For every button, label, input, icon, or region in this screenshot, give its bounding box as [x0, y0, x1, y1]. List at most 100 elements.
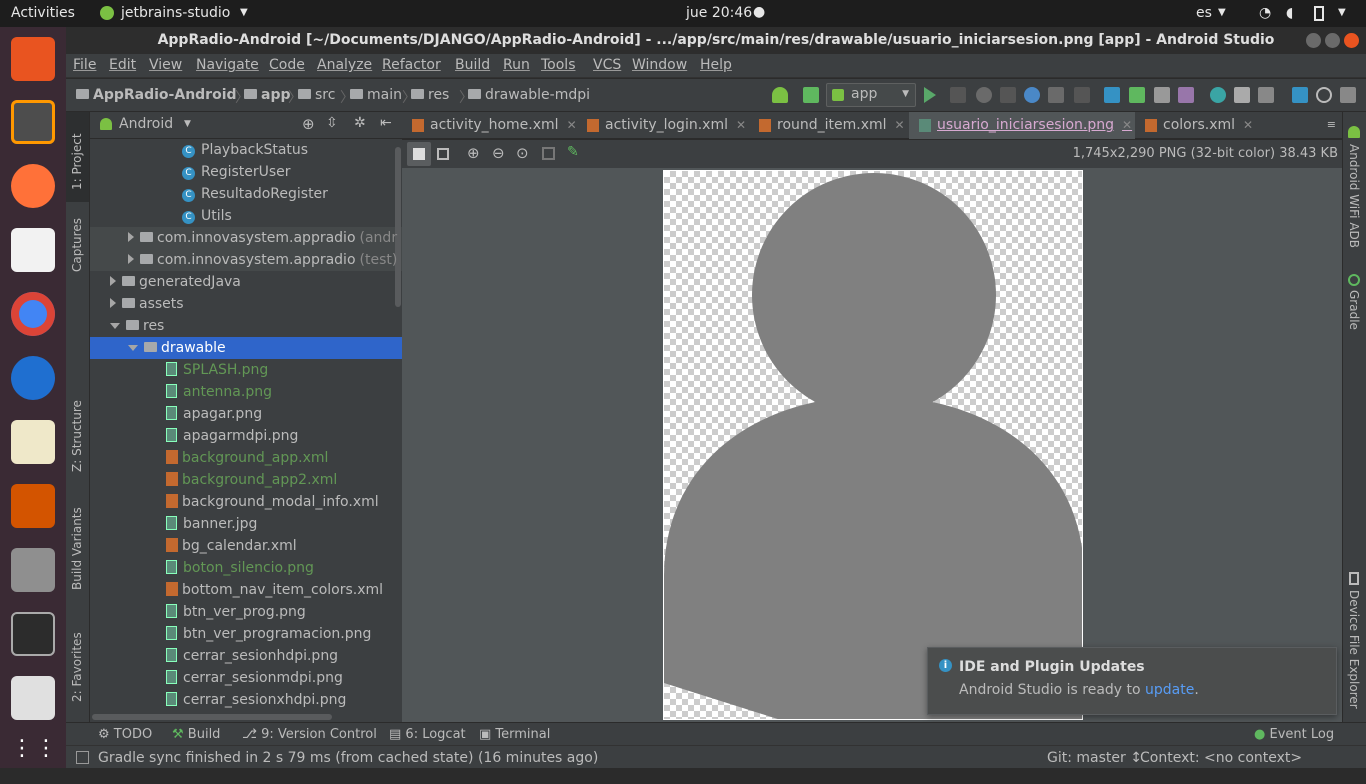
tree-item[interactable]: com.innovasystem.appradio (andr [90, 227, 402, 249]
apply-changes-icon[interactable] [950, 87, 966, 103]
tree-item[interactable]: cerrar_sesionxhdpi.png [90, 689, 402, 711]
tool-tab-favorites[interactable]: 2: Favorites [70, 622, 84, 702]
locate-target-icon[interactable]: ⊕ [302, 115, 315, 133]
tree-item[interactable]: generatedJava [90, 271, 402, 293]
tree-item[interactable]: cerrar_sesionmdpi.png [90, 667, 402, 689]
menu-help[interactable]: Help [700, 57, 732, 73]
tool-event-log[interactable]: ● Event Log [1254, 727, 1334, 742]
files-icon[interactable] [11, 548, 55, 592]
tool-tab-device-file-explorer[interactable]: Device File Explorer [1347, 590, 1361, 720]
tool-logcat[interactable]: ▤ 6: Logcat [389, 727, 466, 742]
tree-item[interactable]: drawable [90, 337, 402, 359]
tree-item[interactable]: C RegisterUser [90, 161, 402, 183]
tree-item[interactable]: banner.jpg [90, 513, 402, 535]
clock[interactable]: jue 20:46 [686, 5, 752, 21]
battery-icon[interactable] [1314, 6, 1324, 21]
menu-file[interactable]: File [73, 57, 96, 73]
collapsed-arrow-icon[interactable] [128, 254, 134, 264]
android-icon[interactable] [772, 87, 788, 103]
device-icon[interactable] [1340, 87, 1356, 103]
presentation-icon[interactable] [11, 484, 55, 528]
layout-inspector-icon[interactable] [1292, 87, 1308, 103]
collapse-all-icon[interactable]: ⇳ [326, 115, 338, 131]
project-horizontal-scrollbar[interactable] [92, 714, 332, 720]
sublime-text-icon[interactable] [11, 100, 55, 144]
menu-code[interactable]: Code [269, 57, 305, 73]
breadcrumb-drawable-mdpi[interactable]: drawable-mdpi [468, 87, 590, 103]
tree-item[interactable]: background_app2.xml [90, 469, 402, 491]
volume-icon[interactable]: ◖ [1286, 5, 1293, 21]
tree-item[interactable]: btn_ver_prog.png [90, 601, 402, 623]
tree-item[interactable]: apagar.png [90, 403, 402, 425]
tree-item[interactable]: background_app.xml [90, 447, 402, 469]
firefox-icon[interactable] [11, 164, 55, 208]
expanded-arrow-icon[interactable] [110, 323, 120, 329]
tool-tab-wifi-adb[interactable]: Android WiFi ADB [1347, 144, 1361, 254]
stop-icon[interactable] [1074, 87, 1090, 103]
wifi-icon[interactable]: ◔ [1259, 5, 1271, 21]
profile-icon[interactable] [1000, 87, 1016, 103]
tree-item[interactable]: apagarmdpi.png [90, 425, 402, 447]
debug-icon[interactable] [976, 87, 992, 103]
settings-gear-icon[interactable]: ✲ [354, 115, 366, 131]
hide-panel-icon[interactable]: ⇤ [380, 115, 392, 131]
project-view-mode-select[interactable]: Android [119, 116, 173, 132]
color-picker-icon[interactable]: ✎ [567, 144, 579, 160]
tree-item[interactable]: bottom_nav_item_colors.xml [90, 579, 402, 601]
tab-usuario-iniciarsesion[interactable]: usuario_iniciarsesion.png ✕ [909, 112, 1135, 139]
avd-manager-icon[interactable] [1234, 87, 1250, 103]
menu-analyze[interactable]: Analyze [317, 57, 372, 73]
run-icon[interactable] [924, 87, 936, 103]
close-icon[interactable]: ✕ [1122, 118, 1132, 132]
close-icon[interactable]: ✕ [895, 118, 905, 132]
update-notification[interactable]: i IDE and Plugin Updates Android Studio … [927, 647, 1337, 715]
close-icon[interactable]: ✕ [567, 118, 577, 132]
chevron-down-icon[interactable]: ▼ [184, 119, 191, 129]
breadcrumb-app[interactable]: app [244, 87, 291, 103]
menu-build[interactable]: Build [455, 57, 490, 73]
collapsed-arrow-icon[interactable] [110, 298, 116, 308]
tab-list-icon[interactable]: ≡ [1327, 118, 1336, 131]
tree-item[interactable]: C PlaybackStatus [90, 139, 402, 161]
project-structure-icon[interactable] [1258, 87, 1274, 103]
zoom-out-icon[interactable]: ⊖ [492, 144, 505, 162]
status-message[interactable]: Gradle sync finished in 2 s 79 ms (from … [98, 750, 598, 766]
breadcrumb-src[interactable]: src [298, 87, 335, 103]
git-commit-icon[interactable] [1154, 87, 1170, 103]
menu-run[interactable]: Run [503, 57, 530, 73]
document-viewer-icon[interactable] [11, 228, 55, 272]
menu-edit[interactable]: Edit [109, 57, 136, 73]
activities-button[interactable]: Activities [11, 5, 75, 21]
tool-version-control[interactable]: ⎇ 9: Version Control [242, 727, 377, 742]
tab-activity-home[interactable]: activity_home.xml ✕ [402, 112, 577, 139]
menu-navigate[interactable]: Navigate [196, 57, 259, 73]
menu-vcs[interactable]: VCS [593, 57, 621, 73]
run-config-select[interactable]: app ▼ [826, 83, 916, 107]
collapsed-arrow-icon[interactable] [110, 276, 116, 286]
tab-colors[interactable]: colors.xml ✕ [1135, 112, 1255, 139]
tool-tab-gradle[interactable]: Gradle [1347, 290, 1361, 340]
menu-tools[interactable]: Tools [541, 57, 576, 73]
sdk-manager-icon[interactable] [1210, 87, 1226, 103]
tree-item[interactable]: antenna.png [90, 381, 402, 403]
tree-item[interactable]: SPLASH.png [90, 359, 402, 381]
close-button[interactable] [1344, 33, 1359, 48]
tree-item[interactable]: C Utils [90, 205, 402, 227]
git-branch[interactable]: Git: master ↕ [1047, 750, 1142, 766]
tool-todo[interactable]: ⚙ TODO [98, 727, 152, 742]
software-store-icon[interactable] [11, 37, 55, 81]
tree-item[interactable]: btn_ver_programacion.png [90, 623, 402, 645]
collapsed-arrow-icon[interactable] [128, 232, 134, 242]
tree-item[interactable]: background_modal_info.xml [90, 491, 402, 513]
breadcrumb-project[interactable]: AppRadio-Android [76, 87, 237, 103]
tree-item[interactable]: bg_calendar.xml [90, 535, 402, 557]
text-editor-icon[interactable] [11, 420, 55, 464]
expanded-arrow-icon[interactable] [128, 345, 138, 351]
tree-item[interactable]: C ResultadoRegister [90, 183, 402, 205]
minimize-button[interactable] [1306, 33, 1321, 48]
language-indicator[interactable]: es [1196, 5, 1212, 21]
tool-tab-build-variants[interactable]: Build Variants [70, 500, 84, 590]
tool-build[interactable]: ⚒ Build [172, 727, 220, 742]
thunderbird-icon[interactable] [11, 356, 55, 400]
grid-icon[interactable] [437, 148, 449, 160]
